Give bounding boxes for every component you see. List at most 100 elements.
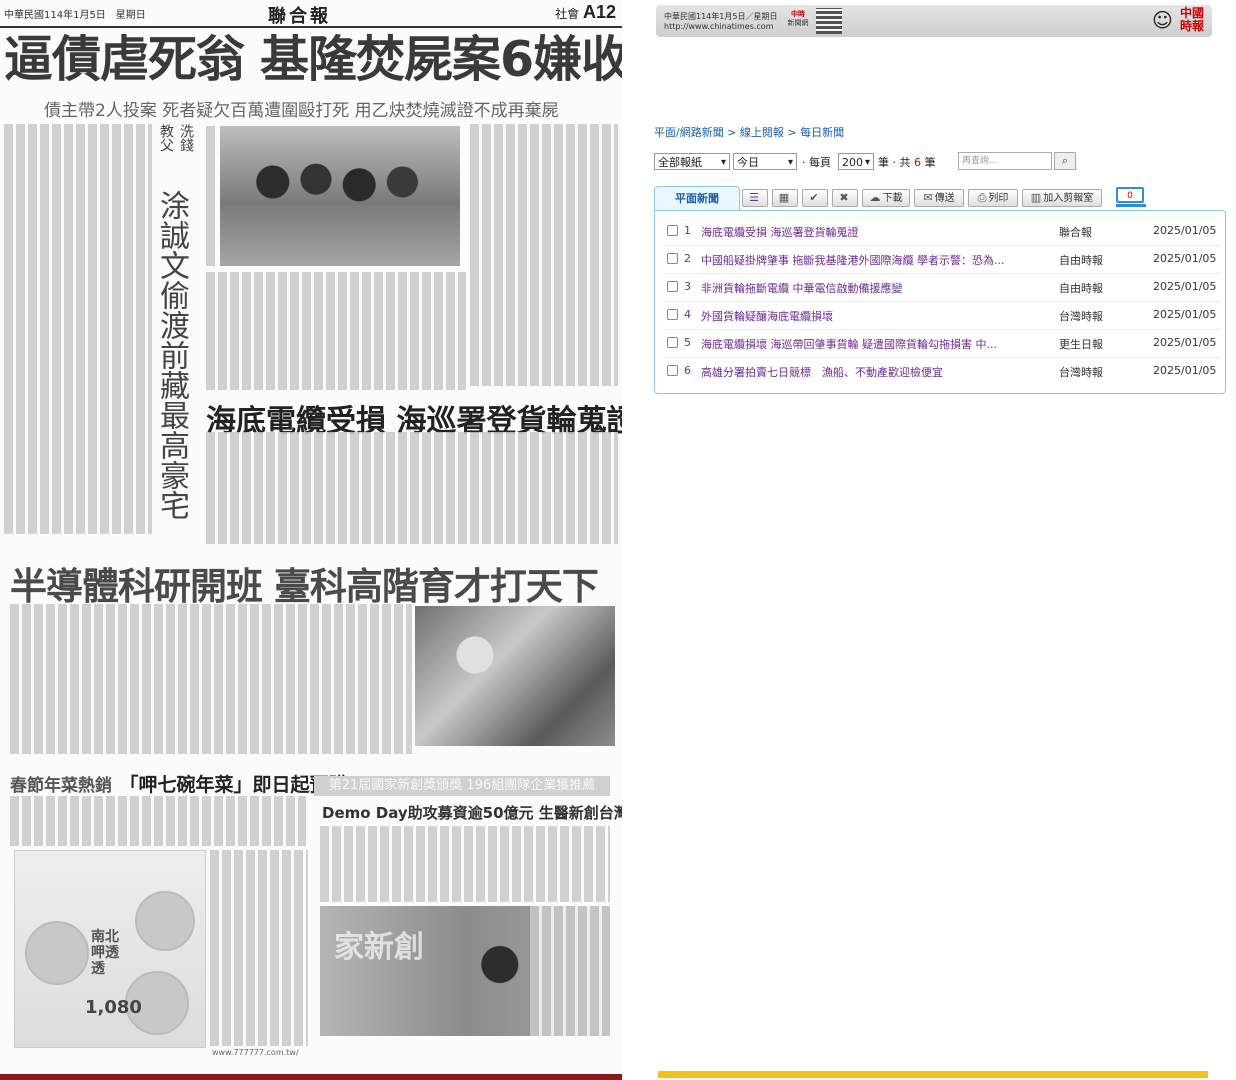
newspaper-page-image: 中華民國114年1月5日 星期日 聯合報 社會 A12 逼債虐死翁 基隆焚屍案6…: [0, 0, 622, 1080]
suspects-photo: [220, 126, 460, 266]
newspaper-section: 社會 A12: [555, 2, 616, 22]
send-button[interactable]: ✉ 傳送: [914, 189, 964, 207]
mascot-icon: ☺: [1152, 8, 1173, 32]
total-count-text: 筆 · 共 6 筆: [878, 156, 936, 169]
lab-photo: [415, 606, 615, 746]
article-row[interactable]: 1 海底電纜受損 海巡署登貨輪蒐證 聯合報 2025/01/05: [665, 217, 1221, 246]
cny-advert-image: 南北 呷透透 1,080: [14, 850, 206, 1048]
search-button[interactable]: ⌕: [1054, 152, 1076, 170]
advert-price: 1,080: [85, 997, 142, 1018]
article-text-block: [10, 796, 306, 846]
article-text-block: [206, 272, 466, 390]
article-text-block: [210, 850, 308, 1046]
select-all-button[interactable]: ✔: [802, 189, 828, 207]
newspaper-date: 中華民國114年1月5日 星期日: [4, 10, 146, 21]
search-icon: ⌕: [1061, 154, 1069, 167]
article-text-block: [206, 432, 618, 544]
print-button[interactable]: ⎙ 列印: [968, 189, 1018, 207]
dish-image: [135, 891, 195, 951]
paper-select[interactable]: 全部報紙: [654, 153, 730, 171]
cloud-download-icon: ☁: [869, 191, 881, 204]
grid-view-button[interactable]: ▦: [772, 189, 798, 207]
chinatimes-header: 中華民國114年1月5日／星期日 http://www.chinatimes.co…: [656, 5, 1212, 37]
article-checkbox[interactable]: [667, 365, 678, 376]
side-story-kicker: 洗錢教父: [158, 124, 194, 152]
newspaper-subhead: 債主帶2人投案 死者疑欠百萬遭圍毆打死 用乙炔焚燒滅證不成再棄屍: [44, 101, 559, 121]
qr-code-icon[interactable]: [816, 8, 842, 34]
article-source: 自由時報: [1059, 254, 1103, 267]
tab-print-news[interactable]: 平面新聞: [654, 186, 740, 211]
article-row[interactable]: 4 外國貨輪疑釀海底電纜損壞 台灣時報 2025/01/05: [665, 301, 1221, 330]
date-select[interactable]: 今日: [733, 153, 797, 171]
article-title-link[interactable]: 非洲貨輪拖斷電纜 中華電信啟動備援應變: [701, 280, 1033, 296]
cny-headline: 春節年菜熱銷 「呷七碗年菜」即日起預購: [10, 774, 348, 796]
article-checkbox[interactable]: [667, 337, 678, 348]
newspaper-masthead: 中華民國114年1月5日 星期日 聯合報 社會 A12: [0, 0, 622, 28]
article-date: 2025/01/05: [1153, 252, 1217, 265]
side-story-title: 涂誠文偷渡前藏最高豪宅: [154, 190, 189, 520]
close-icon: ✖: [839, 191, 849, 204]
article-date: 2025/01/05: [1153, 364, 1217, 377]
article-row[interactable]: 6 高雄分署拍賣七日競標 漁船、不動產歡迎檢便宜 台灣時報 2025/01/05: [665, 357, 1221, 385]
article-number: 2: [684, 252, 691, 265]
article-source: 自由時報: [1059, 282, 1103, 295]
article-title-link[interactable]: 高雄分署拍賣七日競標 漁船、不動產歡迎檢便宜: [701, 364, 1033, 380]
article-row[interactable]: 3 非洲貨輪拖斷電纜 中華電信啟動備援應變 自由時報 2025/01/05: [665, 273, 1221, 302]
article-title-link[interactable]: 外國貨輪疑釀海底電纜損壞: [701, 308, 1033, 324]
article-row[interactable]: 2 中國船疑掛牌肇事 拖斷我基隆港外國際海纜 學者示警：恐為... 自由時報 2…: [665, 245, 1221, 274]
breadcrumb[interactable]: 平面/網路新聞 > 線上閱報 > 每日新聞: [654, 124, 844, 140]
clippings-counter[interactable]: 0: [1116, 187, 1146, 207]
article-title-link[interactable]: 海底電纜損壞 海巡帶回肇事貨輪 疑遭國際貨輪勾拖損害 中...: [701, 336, 1033, 352]
article-checkbox[interactable]: [667, 253, 678, 264]
demo-day-headline: Demo Day助攻募資逾50億元 生醫新創台灣隊再攀最大推手: [322, 804, 622, 822]
advert-url: www.777777.com.tw/: [212, 1048, 299, 1057]
article-date: 2025/01/05: [1153, 224, 1217, 237]
clear-selection-button[interactable]: ✖: [832, 189, 858, 207]
per-page-select[interactable]: 200: [838, 153, 874, 171]
article-checkbox[interactable]: [667, 225, 678, 236]
total-count: 6: [914, 156, 921, 169]
add-to-clippings-button[interactable]: ▥ 加入剪報室: [1022, 189, 1102, 207]
article-source: 聯合報: [1059, 226, 1092, 239]
article-number: 4: [684, 308, 691, 321]
article-list-panel: 1 海底電纜受損 海巡署登貨輪蒐證 聯合報 2025/01/05 2 中國船疑掛…: [654, 210, 1226, 394]
advert-text: 南北 呷透透: [91, 929, 119, 977]
mail-icon: ✉: [923, 191, 933, 204]
article-source: 台灣時報: [1059, 310, 1103, 323]
search-input[interactable]: 再查詢...: [958, 152, 1052, 170]
books-icon: ▥: [1030, 191, 1042, 204]
list-view-button[interactable]: ☰: [742, 189, 768, 207]
article-number: 6: [684, 364, 691, 377]
photo-caption-text: [206, 126, 218, 266]
article-text-block: [4, 124, 152, 534]
award-banner: 第21屆國家新創獎頒獎 196組團隊企業獲推薦: [314, 776, 610, 796]
science-headline: 半導體科研開班 臺科高階育才打天下: [10, 565, 599, 608]
article-title-link[interactable]: 海底電纜受損 海巡署登貨輪蒐證: [701, 224, 1033, 240]
newspaper-headline: 逼債虐死翁 基隆焚屍案6嫌收押: [4, 31, 622, 88]
per-page-label: · 每頁: [802, 156, 831, 169]
list-icon: ☰: [749, 191, 759, 204]
qr-label: 中時 新聞網: [787, 10, 809, 27]
article-checkbox[interactable]: [667, 281, 678, 292]
check-icon: ✔: [809, 191, 819, 204]
article-text-block: [320, 826, 610, 902]
article-checkbox[interactable]: [667, 309, 678, 320]
chinatimes-logo[interactable]: ☺ 中國時報: [1152, 6, 1208, 36]
article-text-block: [10, 604, 412, 754]
article-row[interactable]: 5 海底電纜損壞 海巡帶回肇事貨輪 疑遭國際貨輪勾拖損害 中... 更生日報 2…: [665, 329, 1221, 358]
article-date: 2025/01/05: [1153, 280, 1217, 293]
header-date: 中華民國114年1月5日／星期日 http://www.chinatimes.co…: [664, 12, 778, 31]
grid-icon: ▦: [778, 191, 790, 204]
article-source: 更生日報: [1059, 338, 1103, 351]
article-source: 台灣時報: [1059, 366, 1103, 379]
page-bottom-bar: [0, 1074, 622, 1080]
article-number: 5: [684, 336, 691, 349]
article-date: 2025/01/05: [1153, 308, 1217, 321]
article-number: 1: [684, 224, 691, 237]
printer-icon: ⎙: [977, 191, 987, 204]
newspaper-logo: 聯合報: [268, 6, 331, 27]
download-button[interactable]: ☁ 下載: [862, 189, 910, 207]
article-text-block: [470, 124, 618, 386]
article-title-link[interactable]: 中國船疑掛牌肇事 拖斷我基隆港外國際海纜 學者示警：恐為...: [701, 252, 1033, 268]
article-text-block: [530, 906, 610, 1036]
